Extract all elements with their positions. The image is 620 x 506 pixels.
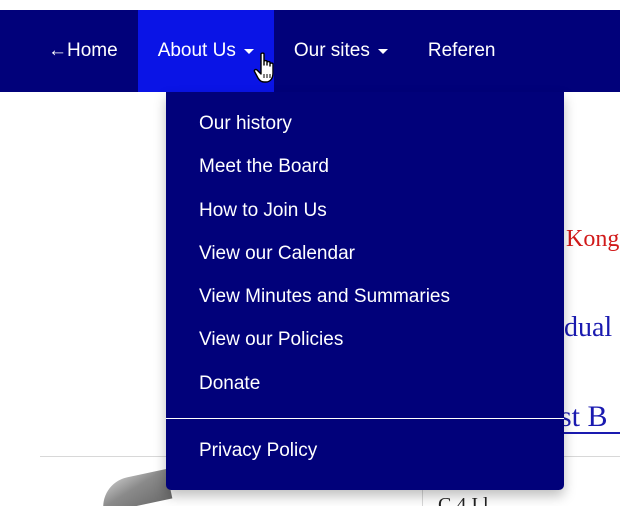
background-heading-red: Kong [566, 226, 620, 252]
page: Kong dual st B C 4 I l ←Home About Us Ou… [0, 0, 620, 506]
nav-our-sites-label: Our sites [293, 40, 370, 61]
top-navbar: ←Home About Us Our sites Referen [0, 10, 620, 92]
menu-item-how-to-join-us[interactable]: How to Join Us [166, 189, 564, 232]
nav-home-label: ←Home [48, 40, 118, 61]
nav-references[interactable]: Referen [408, 10, 516, 92]
background-image [97, 469, 173, 506]
background-heading-blue: dual [564, 312, 613, 343]
nav-our-sites[interactable]: Our sites [274, 10, 408, 92]
menu-item-view-our-policies[interactable]: View our Policies [166, 318, 564, 361]
background-link-underline [560, 432, 620, 434]
nav-references-label: Referen [427, 40, 496, 61]
menu-item-donate[interactable]: Donate [166, 362, 564, 405]
menu-divider [166, 418, 564, 420]
background-link-heading[interactable]: st B [560, 400, 608, 434]
menu-item-meet-the-board[interactable]: Meet the Board [166, 145, 564, 188]
menu-item-our-history[interactable]: Our history [166, 102, 564, 145]
nav-about-us-label: About Us [157, 40, 236, 61]
hand-pointer-icon [253, 52, 274, 83]
about-us-dropdown-menu: Our history Meet the Board How to Join U… [166, 92, 564, 490]
menu-item-view-our-calendar[interactable]: View our Calendar [166, 232, 564, 275]
caret-down-icon [377, 48, 388, 54]
menu-item-view-minutes-and-summaries[interactable]: View Minutes and Summaries [166, 275, 564, 318]
menu-item-privacy-policy[interactable]: Privacy Policy [166, 429, 564, 472]
background-bottom-text: C 4 I l [438, 494, 489, 506]
nav-home[interactable]: ←Home [28, 10, 138, 92]
